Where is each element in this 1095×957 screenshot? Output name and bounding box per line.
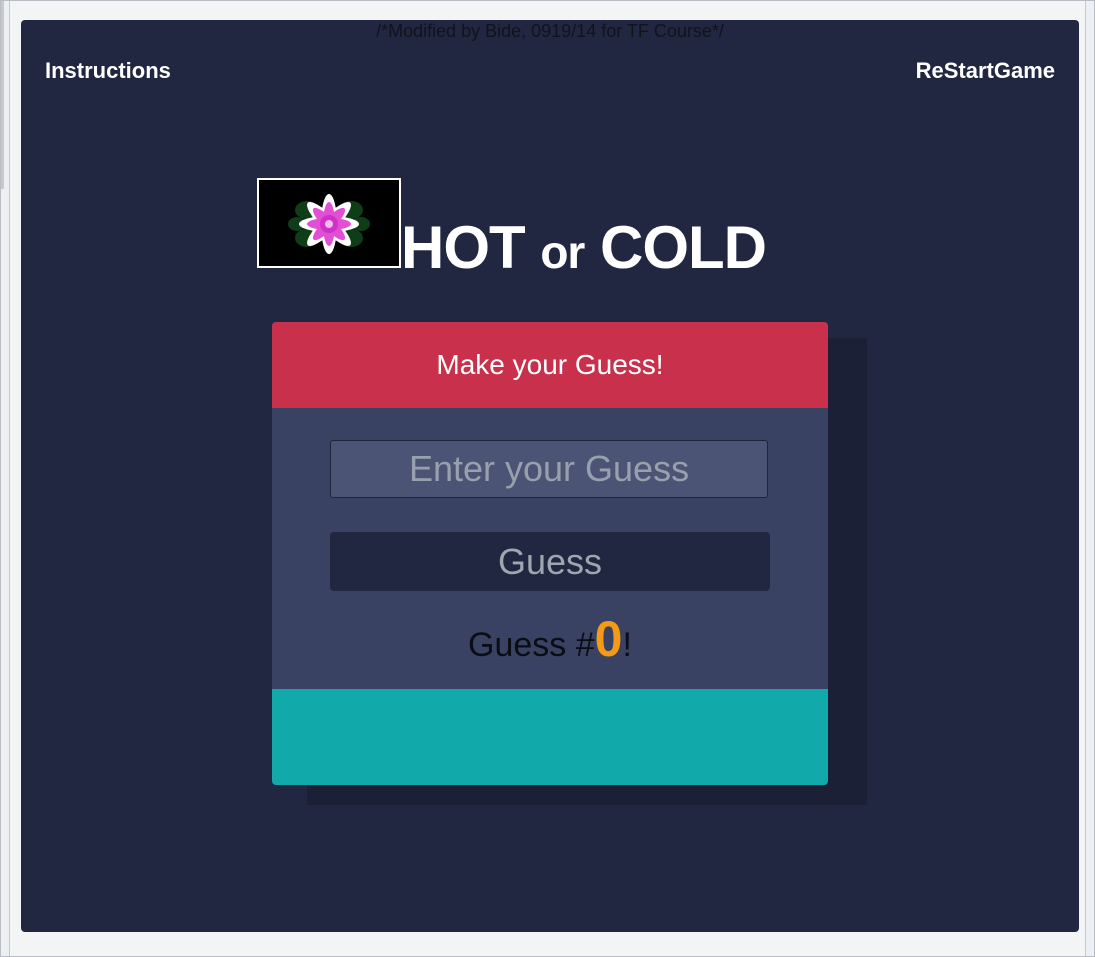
browser-window: /*Modified by Bide, 0919/14 for TF Cours… <box>0 0 1095 957</box>
guess-count-prefix: Guess # <box>468 626 595 664</box>
title-or: or <box>540 226 585 278</box>
title-cold: COLD <box>600 214 767 281</box>
guess-button[interactable]: Guess <box>330 532 770 591</box>
guess-count-value: 0 <box>594 611 623 667</box>
instructions-link[interactable]: Instructions <box>45 58 171 84</box>
guess-card: Make your Guess! Guess Guess #0! <box>272 322 828 785</box>
guess-count-suffix: ! <box>622 626 632 664</box>
restart-game-link[interactable]: ReStartGame <box>916 58 1055 84</box>
title-hot: HOT <box>401 214 526 281</box>
card-header: Make your Guess! <box>272 322 828 408</box>
flower-logo-graphic <box>288 194 370 254</box>
header-comment: /*Modified by Bide, 0919/14 for TF Cours… <box>376 21 724 41</box>
game-stage: /*Modified by Bide, 0919/14 for TF Cours… <box>21 20 1079 932</box>
scroll-indicator <box>1 1 4 189</box>
feedback-area <box>272 689 828 785</box>
window-right-edge <box>1085 1 1094 956</box>
guess-count: Guess #0! <box>272 612 828 672</box>
game-title: HOT or COLD <box>401 213 767 287</box>
flower-logo-icon <box>257 178 401 268</box>
guess-input[interactable] <box>330 440 768 498</box>
petals <box>299 194 359 254</box>
